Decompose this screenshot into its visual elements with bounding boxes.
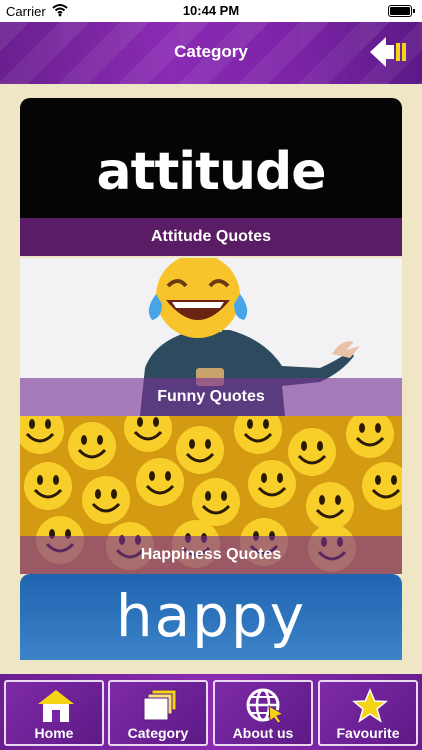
tab-about-us-label: About us: [232, 725, 294, 741]
category-card-attitude[interactable]: attitude Attitude Quotes: [20, 98, 402, 256]
back-arrow-icon: [370, 37, 406, 67]
category-card-funny[interactable]: Funny Quotes: [20, 258, 402, 416]
tab-home-label: Home: [34, 725, 74, 741]
category-icon: [143, 689, 177, 721]
category-list: attitude Attitude Quotes Funny Quotes Ha…: [20, 98, 402, 660]
bottom-tab-bar: Home Category About us Favourite: [0, 674, 422, 750]
status-time: 10:44 PM: [182, 3, 240, 18]
tab-home[interactable]: Home: [4, 680, 104, 746]
back-button[interactable]: [368, 35, 410, 69]
category-label-attitude: Attitude Quotes: [20, 218, 402, 256]
battery-icon: [388, 5, 415, 17]
tab-favourite[interactable]: Favourite: [318, 680, 418, 746]
status-bar: Carrier 10:44 PM: [0, 0, 422, 22]
star-icon: [352, 688, 388, 723]
category-card-happy[interactable]: happy: [20, 574, 402, 660]
tab-about-us[interactable]: About us: [213, 680, 313, 746]
tab-category-label: Category: [127, 725, 189, 741]
nav-bar: Category: [0, 22, 422, 84]
globe-cursor-icon: [246, 688, 285, 724]
attitude-image-text: attitude: [96, 142, 327, 202]
tab-category[interactable]: Category: [108, 680, 208, 746]
category-label-funny: Funny Quotes: [20, 378, 402, 416]
home-icon: [38, 690, 74, 722]
category-label-happiness: Happiness Quotes: [20, 536, 402, 574]
category-card-happiness[interactable]: Happiness Quotes: [20, 416, 402, 574]
tab-favourite-label: Favourite: [336, 725, 400, 741]
page-title: Category: [174, 42, 248, 61]
happy-image-text: happy: [115, 582, 307, 650]
